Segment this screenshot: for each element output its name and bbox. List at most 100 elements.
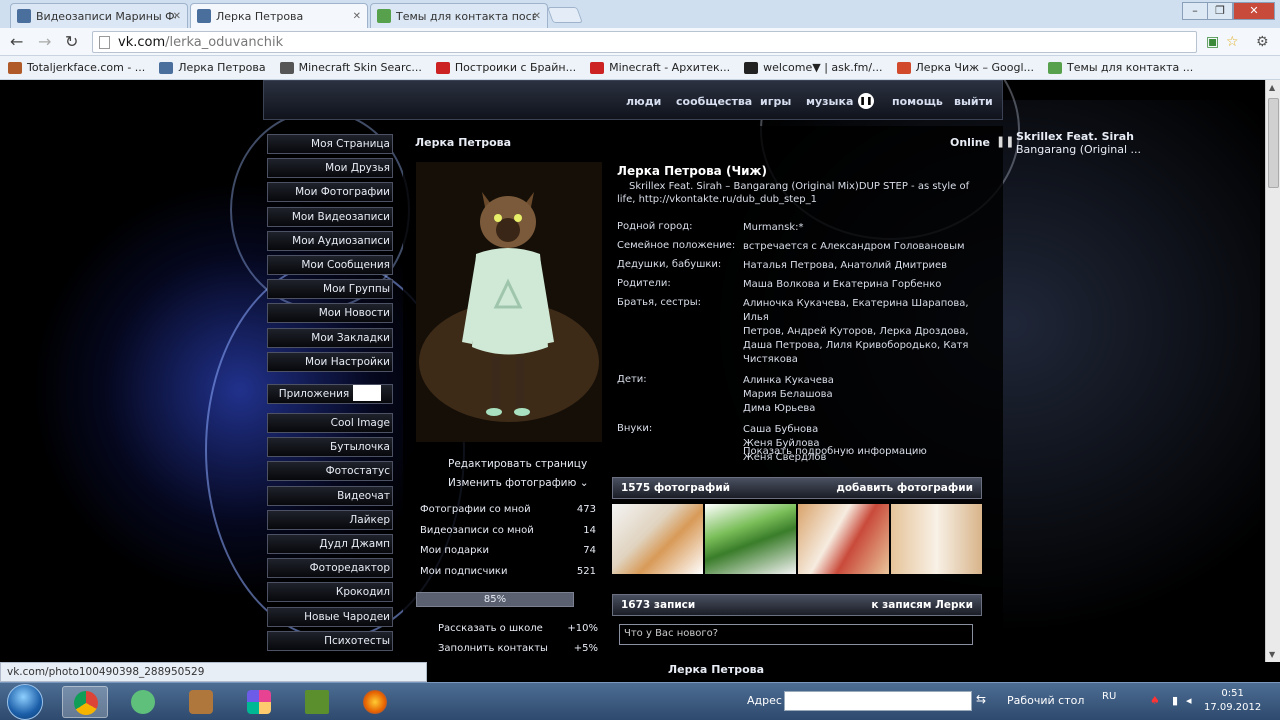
apps-toggle[interactable] — [353, 384, 382, 401]
star-icon[interactable]: ☆ — [1226, 34, 1239, 50]
address-bar[interactable]: vk.com/lerka_oduvanchik — [92, 31, 1197, 53]
photo-thumbnail[interactable] — [705, 504, 796, 574]
photo-thumbnail[interactable] — [891, 504, 982, 574]
taskbar-address-input[interactable] — [784, 691, 972, 711]
tab-videos[interactable]: Видеозаписи Марины Фе ✕ — [10, 3, 188, 28]
nav-music[interactable]: музыка — [806, 95, 853, 108]
sidebar-app-item[interactable]: Крокодил — [267, 582, 393, 603]
info-value[interactable]: Наталья Петрова, Анатолий Дмитриев — [743, 259, 947, 273]
sidebar-app-item[interactable]: Новые Чародеи — [267, 606, 393, 627]
sidebar-item-audio[interactable]: Мои Аудиозаписи — [267, 230, 393, 251]
info-value-line[interactable]: Даша Петрова, Лиля Кривобородько, Катя — [743, 340, 968, 351]
music-pause-icon[interactable]: ❚❚ — [858, 93, 874, 109]
start-button[interactable] — [7, 684, 43, 720]
sidebar-app-item[interactable]: Дудл Джамп — [267, 534, 393, 554]
stat-row[interactable]: Мои подписчики 521 — [420, 566, 596, 587]
sidebar-item-apps[interactable]: Приложения — [267, 383, 393, 404]
nav-logout[interactable]: выйти — [954, 95, 993, 108]
nav-people[interactable]: люди — [626, 95, 661, 108]
info-value-line[interactable]: Дима Юрьева — [743, 403, 815, 414]
sidebar-item-my-page[interactable]: Моя Страница — [267, 134, 393, 154]
info-value-line[interactable]: Маша Волкова и Екатерина Горбенко — [743, 279, 941, 290]
sidebar-app-item[interactable]: Видеочат — [267, 485, 393, 506]
info-value[interactable]: Алиночка Кукачева, Екатерина Шарапова, И… — [743, 297, 987, 367]
sidebar-app-item[interactable]: Лайкер — [267, 509, 393, 530]
bookmark-minecraft-skin[interactable]: Minecraft Skin Searc... — [279, 61, 422, 74]
sidebar-item-videos[interactable]: Мои Видеозаписи — [267, 206, 393, 227]
language-indicator[interactable]: RU — [1102, 691, 1116, 702]
change-photo-link[interactable]: Изменить фотографию ⌄ — [448, 474, 589, 493]
nav-help[interactable]: помощь — [892, 95, 943, 108]
network-icon[interactable]: ▮ — [1172, 694, 1178, 707]
new-tab-button[interactable] — [547, 7, 583, 23]
sidebar-app-item[interactable]: Фоторедактор — [267, 558, 393, 579]
info-value[interactable]: встречается с Александром Головановым — [743, 240, 965, 254]
volume-icon[interactable]: ◂ — [1186, 694, 1192, 707]
new-post-input[interactable]: Что у Вас нового? — [619, 624, 973, 645]
info-value-line[interactable]: Murmansk:* — [743, 222, 803, 233]
bookmark-google[interactable]: Лерка Чиж – Googl... — [896, 61, 1034, 74]
sidebar-item-messages[interactable]: Мои Сообщения — [267, 254, 393, 275]
info-value[interactable]: Murmansk:* — [743, 221, 803, 235]
forward-arrow-icon[interactable]: → — [38, 32, 51, 51]
add-photos-link[interactable]: добавить фотографии — [836, 482, 973, 494]
taskbar-firefox[interactable] — [352, 686, 398, 718]
show-more-info-link[interactable]: Показать подробную информацию — [743, 446, 927, 457]
info-value-line[interactable]: Алинка Кукачева — [743, 375, 834, 386]
back-arrow-icon[interactable]: ← — [10, 32, 23, 51]
go-arrow-icon[interactable]: ⇆ — [976, 692, 994, 710]
edit-page-link[interactable]: Редактировать страницу — [448, 455, 589, 474]
sidebar-item-settings[interactable]: Мои Настройки — [267, 351, 393, 372]
photo-thumbnail[interactable] — [798, 504, 889, 574]
close-tab-icon[interactable]: ✕ — [353, 11, 361, 22]
info-value-line[interactable]: Мария Белашова — [743, 389, 833, 400]
system-clock[interactable]: 0:51 17.09.2012 — [1204, 687, 1261, 715]
wrench-icon[interactable]: ⚙ — [1256, 34, 1269, 50]
sidebar-app-item[interactable]: Cool Image — [267, 413, 393, 434]
maximize-button[interactable]: ❐ — [1207, 2, 1233, 20]
taskbar-chrome[interactable] — [62, 686, 108, 718]
sidebar-item-photos[interactable]: Мои Фотографии — [267, 182, 393, 203]
post-author[interactable]: Лерка Петрова — [668, 663, 764, 676]
info-value-line[interactable]: Петров, Андрей Куторов, Лерка Дроздова, — [743, 326, 969, 337]
posts-count-link[interactable]: 1673 записи — [621, 599, 695, 611]
photo-thumbnail[interactable] — [612, 504, 703, 574]
task-row[interactable]: Рассказать о школе +10% — [438, 623, 598, 643]
nav-communities[interactable]: сообщества — [676, 95, 752, 108]
bookmark-totaljerkface[interactable]: Totaljerkface.com - ... — [8, 61, 145, 74]
sidebar-item-friends[interactable]: Мои Друзья — [267, 158, 393, 179]
photos-count-link[interactable]: 1575 фотографий — [621, 482, 730, 494]
tray-app-icon[interactable]: ♠ — [1150, 694, 1160, 707]
stat-row[interactable]: Фотографии со мной 473 — [420, 504, 596, 525]
to-posts-link[interactable]: к записям Лерки — [871, 599, 973, 611]
sidebar-app-item[interactable]: Психотесты — [267, 630, 393, 651]
bookmark-topics[interactable]: Темы для контакта ... — [1048, 61, 1193, 74]
taskbar-app[interactable] — [236, 686, 282, 718]
profile-photo[interactable] — [416, 162, 602, 442]
info-value-line[interactable]: Наталья Петрова, Анатолий Дмитриев — [743, 260, 947, 271]
profile-status[interactable]: Skrillex Feat. Sirah – Bangarang (Origin… — [617, 180, 977, 206]
scroll-up-icon[interactable]: ▲ — [1269, 83, 1275, 92]
tab-profile[interactable]: Лерка Петрова ✕ — [190, 3, 368, 28]
taskbar-app[interactable] — [120, 686, 166, 718]
close-tab-icon[interactable]: ✕ — [173, 11, 181, 22]
nav-games[interactable]: игры — [760, 95, 791, 108]
sidebar-app-item[interactable]: Фотостатус — [267, 461, 393, 482]
extension-icon[interactable]: ▣ — [1206, 34, 1219, 50]
tab-topics[interactable]: Темы для контакта посв ✕ — [370, 3, 548, 28]
audio-player-info[interactable]: Skrillex Feat. Sirah Bangarang (Original… — [1016, 130, 1141, 156]
desktop-toolbar[interactable]: Рабочий стол — [1007, 694, 1084, 707]
taskbar-minecraft[interactable] — [294, 686, 340, 718]
reload-icon[interactable]: ↻ — [65, 32, 78, 51]
info-value[interactable]: Саша Бубнова Женя Буйлова Женя Свердлов — [743, 423, 826, 465]
info-value-line[interactable]: Алиночка Кукачева, Екатерина Шарапова, И… — [743, 298, 969, 323]
info-value[interactable]: Алинка Кукачева Мария Белашова Дима Юрьева — [743, 374, 834, 416]
info-value-line[interactable]: встречается с Александром Головановым — [743, 241, 965, 252]
info-value-line[interactable]: Саша Бубнова — [743, 424, 818, 435]
scroll-down-icon[interactable]: ▼ — [1269, 650, 1275, 659]
player-pause-icon[interactable]: ❚❚ — [996, 135, 1014, 148]
stat-row[interactable]: Мои подарки 74 — [420, 545, 596, 566]
minimize-button[interactable]: – — [1182, 2, 1208, 20]
bookmark-askfm[interactable]: welcome▼ | ask.fm/... — [744, 61, 883, 74]
sidebar-item-bookmarks[interactable]: Мои Закладки — [267, 327, 393, 348]
